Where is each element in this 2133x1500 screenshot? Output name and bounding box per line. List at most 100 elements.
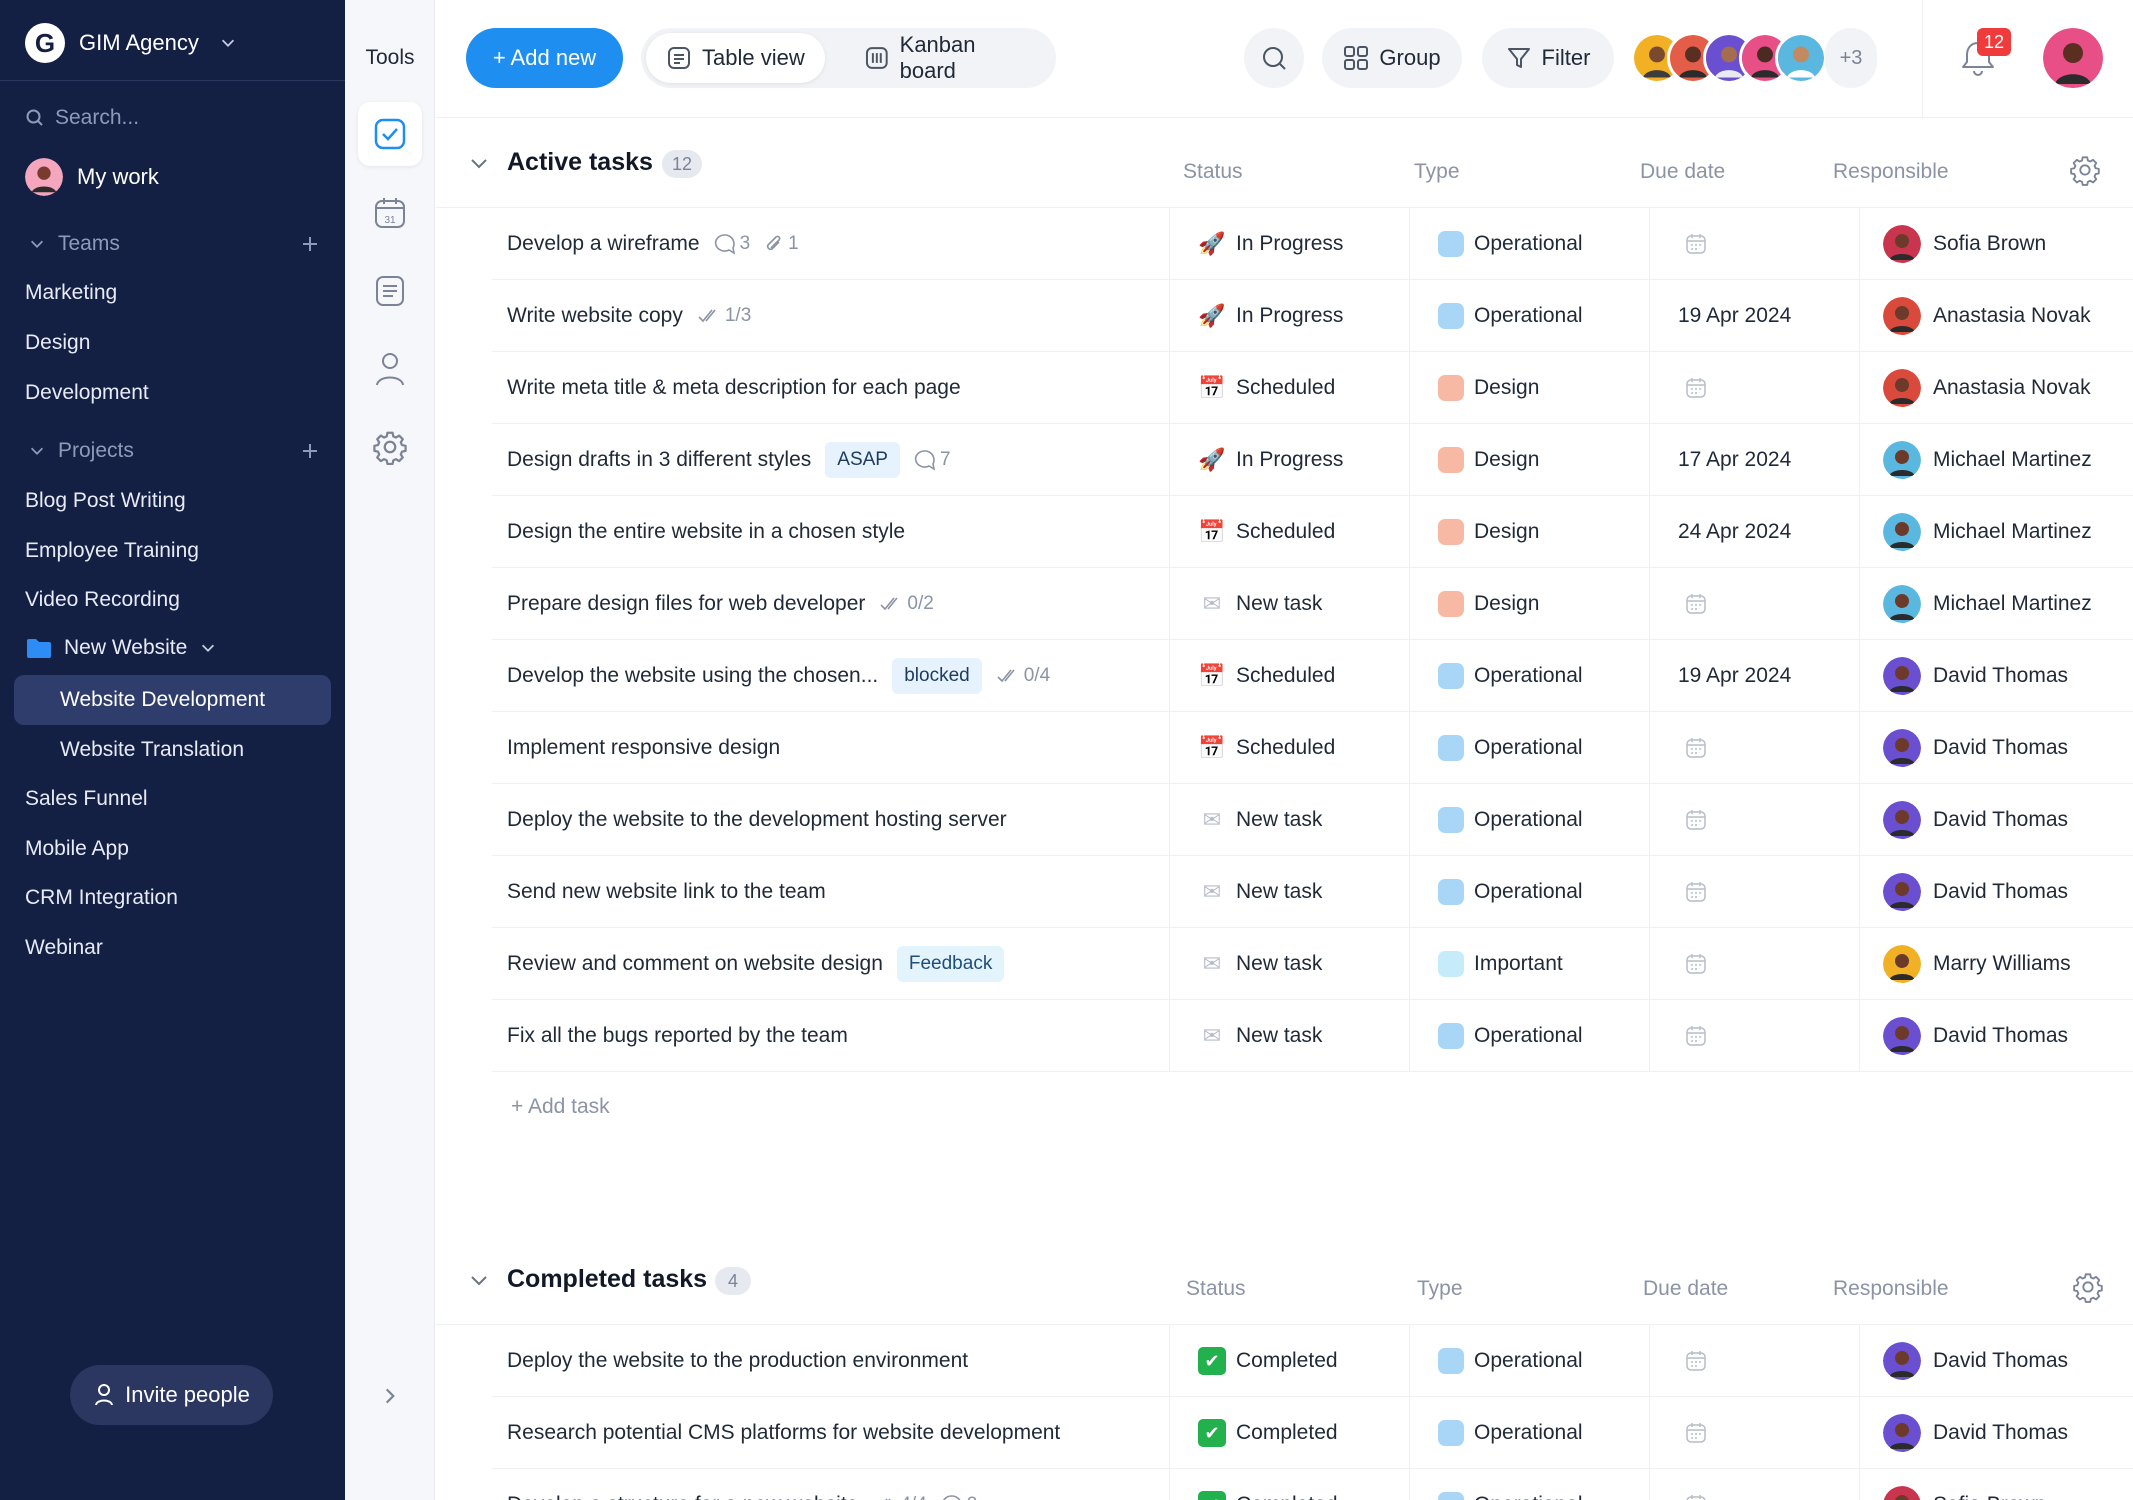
tool-tasks[interactable] <box>358 102 422 166</box>
column-header-responsible[interactable]: Responsible <box>1833 160 1949 184</box>
responsible-cell[interactable]: Marry Williams <box>1883 928 2071 1000</box>
responsible-cell[interactable]: David Thomas <box>1883 1000 2068 1072</box>
responsible-cell[interactable]: David Thomas <box>1883 856 2068 928</box>
task-cell[interactable]: Deploy the website to the development ho… <box>507 784 1007 856</box>
status-cell[interactable]: 🚀 In Progress <box>1198 280 1343 352</box>
task-cell[interactable]: Implement responsive design <box>507 712 780 784</box>
type-cell[interactable]: Operational <box>1438 280 1583 352</box>
sidebar-item-blog-post-writing[interactable]: Blog Post Writing <box>25 489 186 513</box>
status-cell[interactable]: ✉ New task <box>1198 1000 1323 1072</box>
comment-count[interactable]: 2 <box>941 1494 977 1500</box>
task-cell[interactable]: Design the entire website in a chosen st… <box>507 496 905 568</box>
responsible-cell[interactable]: David Thomas <box>1883 712 2068 784</box>
workspace-switcher[interactable]: G GIM Agency <box>25 22 237 64</box>
table-row[interactable]: Design drafts in 3 different styles ASAP 7… <box>492 424 2133 496</box>
type-cell[interactable]: Design <box>1438 496 1539 568</box>
due-date-cell[interactable]: 24 Apr 2024 <box>1678 496 1791 568</box>
status-cell[interactable]: 📅 Scheduled <box>1198 640 1335 712</box>
task-name[interactable]: Send new website link to the team <box>507 880 826 904</box>
task-name[interactable]: Develop a wireframe <box>507 232 700 256</box>
type-cell[interactable]: Operational <box>1438 208 1583 280</box>
task-name[interactable]: Research potential CMS platforms for web… <box>507 1421 1060 1445</box>
task-cell[interactable]: Develop a wireframe 3 1 <box>507 208 799 280</box>
table-row[interactable]: Develop a structure for a new website 4/4… <box>492 1469 2133 1500</box>
status-cell[interactable]: 📅 Scheduled <box>1198 712 1335 784</box>
task-name[interactable]: Fix all the bugs reported by the team <box>507 1024 848 1048</box>
add-task-button[interactable]: + Add task <box>511 1095 610 1119</box>
type-cell[interactable]: Operational <box>1438 1325 1583 1397</box>
sidebar-item-my-work[interactable]: My work <box>25 158 159 196</box>
task-name[interactable]: Design drafts in 3 different styles <box>507 448 811 472</box>
due-date-cell[interactable] <box>1685 784 1707 856</box>
type-cell[interactable]: Operational <box>1438 1000 1583 1072</box>
type-cell[interactable]: Operational <box>1438 784 1583 856</box>
column-header-type[interactable]: Type <box>1417 1277 1463 1301</box>
due-date-cell[interactable]: 17 Apr 2024 <box>1678 424 1791 496</box>
sidebar-item-employee-training[interactable]: Employee Training <box>25 539 199 563</box>
task-name[interactable]: Prepare design files for web developer <box>507 592 865 616</box>
type-cell[interactable]: Important <box>1438 928 1563 1000</box>
task-name[interactable]: Develop a structure for a new website <box>507 1493 858 1500</box>
group-button[interactable]: Group <box>1322 28 1462 88</box>
tool-calendar[interactable]: 31 <box>358 181 422 245</box>
due-date-cell[interactable] <box>1685 568 1707 640</box>
sidebar-folder-new-website[interactable]: New Website <box>26 636 217 660</box>
status-cell[interactable]: 📅 Scheduled <box>1198 352 1335 424</box>
attachment-count[interactable]: 1 <box>764 233 799 255</box>
type-cell[interactable]: Operational <box>1438 1397 1583 1469</box>
task-cell[interactable]: Write website copy 1/3 <box>507 280 751 352</box>
sidebar-item-website-translation[interactable]: Website Translation <box>14 725 331 775</box>
task-name[interactable]: Write website copy <box>507 304 683 328</box>
status-cell[interactable]: ✉ New task <box>1198 856 1323 928</box>
responsible-cell[interactable]: Michael Martinez <box>1883 568 2092 640</box>
chevron-right-icon[interactable] <box>379 1385 401 1407</box>
column-header-status[interactable]: Status <box>1183 160 1243 184</box>
due-date-cell[interactable] <box>1685 928 1707 1000</box>
teams-section-header[interactable]: Teams <box>28 232 320 256</box>
type-cell[interactable]: Design <box>1438 352 1539 424</box>
status-cell[interactable]: 🚀 In Progress <box>1198 424 1343 496</box>
task-name[interactable]: Implement responsive design <box>507 736 780 760</box>
type-cell[interactable]: Operational <box>1438 640 1583 712</box>
settings-icon[interactable] <box>2072 1271 2104 1303</box>
due-date-cell[interactable] <box>1685 352 1707 424</box>
due-date-cell[interactable] <box>1685 208 1707 280</box>
task-cell[interactable]: Write meta title & meta description for … <box>507 352 961 424</box>
more-avatars-count[interactable]: +3 <box>1825 28 1877 88</box>
table-row[interactable]: Review and comment on website design Feed… <box>492 928 2133 1000</box>
status-cell[interactable]: ✔ Completed <box>1198 1397 1338 1469</box>
status-cell[interactable]: ✔ Completed <box>1198 1325 1338 1397</box>
responsible-cell[interactable]: David Thomas <box>1883 1397 2068 1469</box>
status-cell[interactable]: ✔ Completed <box>1198 1469 1338 1500</box>
comment-count[interactable]: 7 <box>914 449 951 471</box>
chevron-down-icon[interactable] <box>468 152 490 174</box>
column-header-type[interactable]: Type <box>1414 160 1460 184</box>
user-avatar[interactable] <box>2043 28 2103 88</box>
sidebar-item-mobile-app[interactable]: Mobile App <box>25 837 129 861</box>
invite-people-button[interactable]: Invite people <box>70 1365 273 1425</box>
responsible-cell[interactable]: Sofia Brown <box>1883 208 2046 280</box>
column-header-status[interactable]: Status <box>1186 1277 1246 1301</box>
sidebar-item-crm-integration[interactable]: CRM Integration <box>25 886 178 910</box>
filter-button[interactable]: Filter <box>1482 28 1614 88</box>
due-date-cell[interactable] <box>1685 1469 1707 1500</box>
add-project-icon[interactable] <box>300 441 320 461</box>
task-cell[interactable]: Deploy the website to the production env… <box>507 1325 968 1397</box>
tool-people[interactable] <box>358 337 422 401</box>
column-header-due[interactable]: Due date <box>1643 1277 1728 1301</box>
due-date-cell[interactable] <box>1685 856 1707 928</box>
table-row[interactable]: Prepare design files for web developer 0/… <box>492 568 2133 640</box>
sidebar-item-webinar[interactable]: Webinar <box>25 936 103 960</box>
task-name[interactable]: Review and comment on website design <box>507 952 883 976</box>
responsible-cell[interactable]: David Thomas <box>1883 1325 2068 1397</box>
responsible-cell[interactable]: David Thomas <box>1883 640 2068 712</box>
responsible-cell[interactable]: Anastasia Novak <box>1883 280 2091 352</box>
task-cell[interactable]: Design drafts in 3 different styles ASAP 7 <box>507 424 951 496</box>
task-cell[interactable]: Review and comment on website design Feed… <box>507 928 1005 1000</box>
status-cell[interactable]: ✉ New task <box>1198 784 1323 856</box>
due-date-cell[interactable] <box>1685 712 1707 784</box>
column-header-due[interactable]: Due date <box>1640 160 1725 184</box>
due-date-cell[interactable] <box>1685 1397 1707 1469</box>
status-cell[interactable]: 🚀 In Progress <box>1198 208 1343 280</box>
tool-settings[interactable] <box>358 415 422 479</box>
